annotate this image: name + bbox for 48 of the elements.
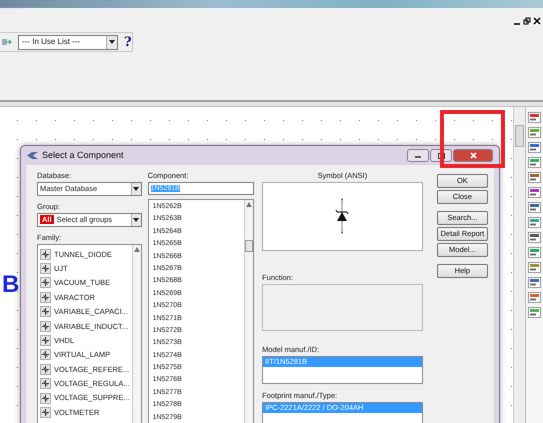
restore-icon[interactable]	[523, 17, 531, 25]
palette-icon[interactable]	[528, 247, 541, 258]
minimize-icon	[415, 154, 421, 158]
palette-icon[interactable]	[528, 142, 541, 153]
component-symbol-icon	[40, 263, 51, 274]
component-symbol-icon	[40, 406, 51, 418]
palette-icon[interactable]	[528, 232, 541, 243]
close-icon[interactable]	[533, 17, 541, 25]
component-symbol-icon	[40, 392, 51, 404]
palette-icon[interactable]	[528, 292, 541, 303]
app-icon	[27, 152, 38, 159]
scroll-up-icon[interactable]	[134, 247, 140, 252]
palette-icon[interactable]	[528, 202, 541, 213]
dialog-title: Select a Component	[42, 148, 124, 162]
component-symbol-icon	[40, 378, 51, 390]
list-scrollbar[interactable]	[244, 200, 254, 423]
palette-icon[interactable]	[528, 277, 541, 288]
list-scrollbar[interactable]	[132, 245, 141, 423]
canvas-letter: B	[2, 273, 20, 297]
component-symbol-icon	[40, 248, 51, 260]
component-symbol-icon	[40, 277, 51, 288]
maximize-icon	[438, 152, 444, 158]
close-button[interactable]	[453, 149, 493, 162]
minimize-button[interactable]	[407, 149, 429, 162]
palette-icon[interactable]	[528, 127, 541, 138]
help-icon[interactable]: ?	[124, 36, 132, 48]
component-symbol-icon	[40, 349, 51, 360]
highlight-frame	[440, 110, 505, 168]
palette-icon[interactable]	[528, 307, 541, 318]
palette-icon[interactable]	[528, 172, 541, 183]
component-icon[interactable]	[2, 38, 12, 46]
palette-icon[interactable]	[528, 187, 541, 198]
schematic-canvas[interactable]	[0, 107, 513, 423]
component-symbol-icon	[40, 364, 51, 375]
scroll-thumb[interactable]	[245, 240, 254, 252]
palette-icon[interactable]	[528, 217, 541, 228]
component-symbol-icon	[40, 335, 51, 346]
vertical-scrollbar[interactable]	[513, 107, 525, 423]
component-symbol-icon	[40, 292, 51, 303]
palette-icon[interactable]	[528, 262, 541, 273]
close-icon	[470, 152, 476, 159]
component-symbol-icon	[40, 306, 51, 318]
palette-icon[interactable]	[528, 112, 541, 123]
scroll-up-icon[interactable]	[246, 202, 252, 207]
diode-symbol-icon	[335, 198, 350, 234]
palette-icon[interactable]	[528, 157, 541, 168]
component-symbol-icon	[40, 320, 51, 332]
in-use-dropdown[interactable]: --- In Use List ---	[18, 34, 118, 50]
